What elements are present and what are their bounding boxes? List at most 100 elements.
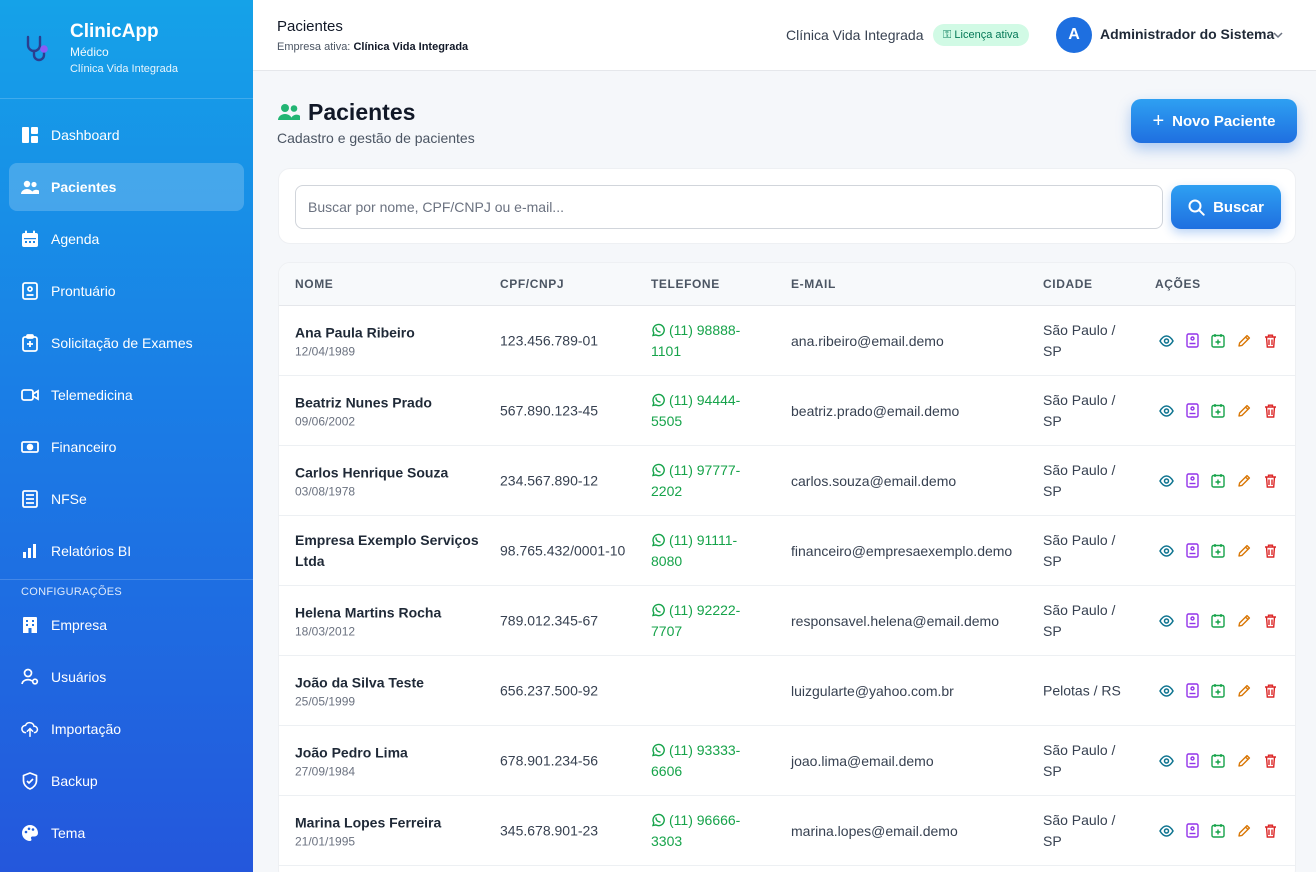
calendar-add-icon[interactable] xyxy=(1210,543,1226,559)
sidebar-item-financeiro[interactable]: Financeiro xyxy=(9,423,244,471)
table-row[interactable]: Carlos Henrique Souza 03/08/1978 234.567… xyxy=(279,446,1295,516)
row-actions xyxy=(1158,543,1278,559)
col-header-telefone[interactable]: TELEFONE xyxy=(651,277,720,291)
view-icon[interactable] xyxy=(1158,753,1174,769)
calendar-add-icon[interactable] xyxy=(1210,403,1226,419)
patient-name[interactable]: Carlos Henrique Souza xyxy=(295,462,485,483)
table-row[interactable]: Marina Lopes Ferreira 21/01/1995 345.678… xyxy=(279,796,1295,866)
calendar-add-icon[interactable] xyxy=(1210,753,1226,769)
sidebar-item-pacientes[interactable]: Pacientes xyxy=(9,163,244,211)
active-company-label: Empresa ativa: xyxy=(277,41,351,53)
users-icon xyxy=(278,103,300,126)
patient-phone-link[interactable]: (11) 92222-7707 xyxy=(651,600,761,642)
whatsapp-icon xyxy=(651,392,669,408)
col-header-nome[interactable]: NOME xyxy=(295,277,333,291)
table-row[interactable]: Helena Martins Rocha 18/03/2012 789.012.… xyxy=(279,586,1295,656)
record-icon[interactable] xyxy=(1184,613,1200,629)
calendar-add-icon[interactable] xyxy=(1210,333,1226,349)
record-icon[interactable] xyxy=(1184,473,1200,489)
calendar-add-icon[interactable] xyxy=(1210,823,1226,839)
record-icon[interactable] xyxy=(1184,683,1200,699)
sidebar-item-backup[interactable]: Backup xyxy=(9,757,244,805)
calendar-add-icon[interactable] xyxy=(1210,683,1226,699)
sidebar-item-nfse[interactable]: NFSe xyxy=(9,475,244,523)
view-icon[interactable] xyxy=(1158,683,1174,699)
chevron-down-icon[interactable] xyxy=(1272,28,1284,46)
sidebar-item-telemedicina[interactable]: Telemedicina xyxy=(9,371,244,419)
patient-phone-link[interactable]: (11) 98888-1101 xyxy=(651,320,761,362)
edit-icon[interactable] xyxy=(1236,333,1252,349)
edit-icon[interactable] xyxy=(1236,823,1252,839)
sidebar-item-prontuario[interactable]: Prontuário xyxy=(9,267,244,315)
new-patient-button[interactable]: + Novo Paciente xyxy=(1131,99,1297,143)
patient-name[interactable]: Ana Paula Ribeiro xyxy=(295,322,485,343)
edit-icon[interactable] xyxy=(1236,543,1252,559)
table-row[interactable]: João da Silva Teste 25/05/1999 656.237.5… xyxy=(279,656,1295,726)
patient-phone-link[interactable]: (11) 97777-2202 xyxy=(651,460,761,502)
view-icon[interactable] xyxy=(1158,543,1174,559)
sidebar-item-relatorios[interactable]: Relatórios BI xyxy=(9,527,244,575)
table-row[interactable]: Beatriz Nunes Prado 09/06/2002 567.890.1… xyxy=(279,376,1295,446)
record-icon[interactable] xyxy=(1184,543,1200,559)
sidebar-item-tema[interactable]: Tema xyxy=(9,809,244,857)
view-icon[interactable] xyxy=(1158,333,1174,349)
patient-phone-link[interactable]: (11) 94444-5505 xyxy=(651,390,761,432)
sidebar-item-exames[interactable]: Solicitação de Exames xyxy=(9,319,244,367)
patient-name[interactable]: Helena Martins Rocha xyxy=(295,602,485,623)
sidebar-item-dashboard[interactable]: Dashboard xyxy=(9,111,244,159)
patient-name[interactable]: Empresa Exemplo Serviços Ltda xyxy=(295,530,485,572)
trash-icon[interactable] xyxy=(1262,473,1278,489)
view-icon[interactable] xyxy=(1158,613,1174,629)
edit-icon[interactable] xyxy=(1236,753,1252,769)
table-row[interactable]: Ana Paula Ribeiro 12/04/1989 123.456.789… xyxy=(279,306,1295,376)
table-header: NOME CPF/CNPJ TELEFONE E-MAIL CIDADE AÇÕ… xyxy=(279,263,1295,306)
sidebar-item-label: Financeiro xyxy=(51,439,117,455)
view-icon[interactable] xyxy=(1158,823,1174,839)
record-icon[interactable] xyxy=(1184,753,1200,769)
trash-icon[interactable] xyxy=(1262,753,1278,769)
patient-name[interactable]: João da Silva Teste xyxy=(295,672,485,693)
trash-icon[interactable] xyxy=(1262,333,1278,349)
sidebar-item-agenda[interactable]: Agenda xyxy=(9,215,244,263)
search-button[interactable]: Buscar xyxy=(1171,185,1281,229)
trash-icon[interactable] xyxy=(1262,613,1278,629)
trash-icon[interactable] xyxy=(1262,543,1278,559)
edit-icon[interactable] xyxy=(1236,613,1252,629)
col-header-cidade[interactable]: CIDADE xyxy=(1043,277,1093,291)
patient-phone-link[interactable]: (11) 93333-6606 xyxy=(651,740,761,782)
patient-phone-link[interactable]: (11) 91111-8080 xyxy=(651,530,761,572)
sidebar-item-importacao[interactable]: Importação xyxy=(9,705,244,753)
avatar[interactable]: A xyxy=(1056,17,1092,53)
table-row[interactable]: Empresa Exemplo Serviços Ltda 98.765.432… xyxy=(279,516,1295,586)
patient-name[interactable]: João Pedro Lima xyxy=(295,742,485,763)
edit-icon[interactable] xyxy=(1236,683,1252,699)
user-menu-name[interactable]: Administrador do Sistema xyxy=(1100,26,1274,42)
sidebar-item-empresa[interactable]: Empresa xyxy=(9,601,244,649)
patient-phone-link[interactable]: (11) 96666-3303 xyxy=(651,810,761,852)
patient-name[interactable]: Marina Lopes Ferreira xyxy=(295,812,485,833)
record-icon[interactable] xyxy=(1184,823,1200,839)
record-icon[interactable] xyxy=(1184,333,1200,349)
table-row[interactable]: João Pedro Lima 27/09/1984 678.901.234-5… xyxy=(279,726,1295,796)
trash-icon[interactable] xyxy=(1262,683,1278,699)
patient-name-cell: João Pedro Lima 27/09/1984 xyxy=(295,742,485,779)
col-header-cpf[interactable]: CPF/CNPJ xyxy=(500,277,564,291)
search-input[interactable] xyxy=(295,185,1163,229)
patient-name[interactable]: Beatriz Nunes Prado xyxy=(295,392,485,413)
trash-icon[interactable] xyxy=(1262,823,1278,839)
whatsapp-icon xyxy=(651,322,669,338)
view-icon[interactable] xyxy=(1158,403,1174,419)
trash-icon[interactable] xyxy=(1262,403,1278,419)
sidebar-item-usuarios[interactable]: Usuários xyxy=(9,653,244,701)
edit-icon[interactable] xyxy=(1236,473,1252,489)
view-icon[interactable] xyxy=(1158,473,1174,489)
edit-icon[interactable] xyxy=(1236,403,1252,419)
calendar-add-icon[interactable] xyxy=(1210,613,1226,629)
calendar-add-icon[interactable] xyxy=(1210,473,1226,489)
patient-birthdate: 18/03/2012 xyxy=(295,624,356,638)
brand-clinic: Clínica Vida Integrada xyxy=(70,63,179,75)
whatsapp-icon xyxy=(651,462,669,478)
patient-city: São Paulo / SP xyxy=(1043,391,1116,429)
record-icon[interactable] xyxy=(1184,403,1200,419)
col-header-email[interactable]: E-MAIL xyxy=(791,277,836,291)
